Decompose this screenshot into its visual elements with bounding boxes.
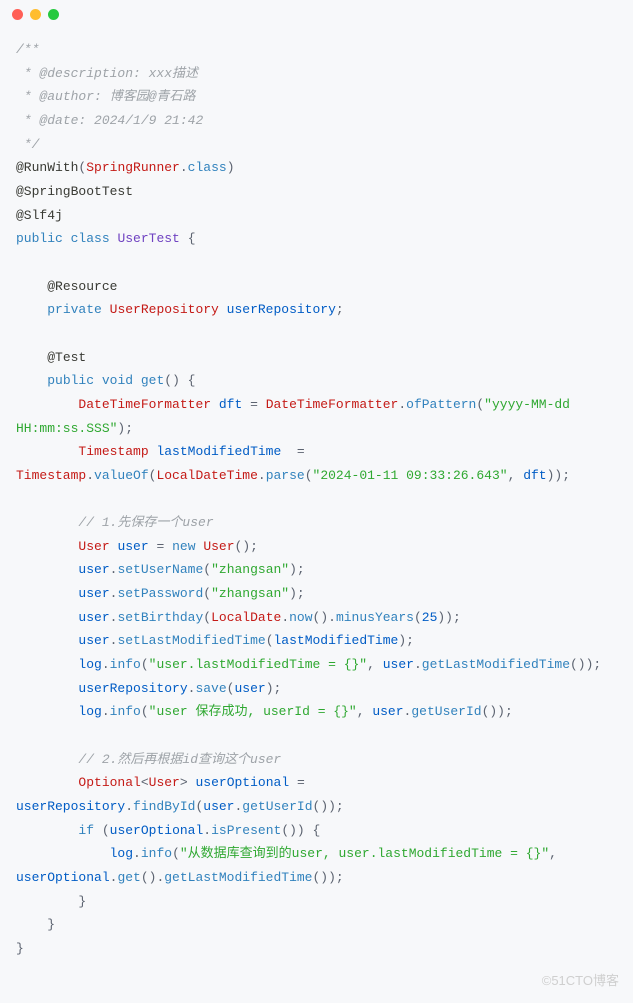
- type: DateTimeFormatter: [266, 397, 399, 412]
- type: Timestamp: [16, 468, 86, 483]
- comment-line: * @description: xxx描述: [16, 66, 198, 81]
- variable: lastModifiedTime: [156, 444, 281, 459]
- method: getUserId: [242, 799, 312, 814]
- variable: dft: [219, 397, 242, 412]
- variable: user: [78, 633, 109, 648]
- keyword: void: [102, 373, 133, 388]
- type: UserRepository: [110, 302, 219, 317]
- method: info: [110, 657, 141, 672]
- method: setUserName: [117, 562, 203, 577]
- method: parse: [266, 468, 305, 483]
- string: "user.lastModifiedTime = {}": [149, 657, 367, 672]
- type: Optional: [78, 775, 140, 790]
- method: info: [141, 846, 172, 861]
- keyword: public: [47, 373, 94, 388]
- comment-line: */: [16, 137, 39, 152]
- annotation: @Test: [47, 350, 86, 365]
- string: "2024-01-11 09:33:26.643": [313, 468, 508, 483]
- type: SpringRunner: [86, 160, 180, 175]
- keyword: private: [47, 302, 102, 317]
- variable: userRepository: [16, 799, 125, 814]
- string: "zhangsan": [211, 586, 289, 601]
- variable: log: [110, 846, 133, 861]
- method: setLastModifiedTime: [117, 633, 265, 648]
- method: setPassword: [117, 586, 203, 601]
- window-titlebar: [0, 0, 633, 28]
- method: ofPattern: [406, 397, 476, 412]
- method: get: [117, 870, 140, 885]
- variable: userOptional: [110, 823, 204, 838]
- type: User: [149, 775, 180, 790]
- method: minusYears: [336, 610, 414, 625]
- code-window: /** * @description: xxx描述 * @author: 博客园…: [0, 0, 633, 1003]
- variable: dft: [523, 468, 546, 483]
- keyword: new: [172, 539, 195, 554]
- keyword: class: [71, 231, 110, 246]
- close-icon[interactable]: [12, 9, 23, 20]
- watermark: ©51CTO博客: [542, 969, 619, 993]
- method: getLastModifiedTime: [164, 870, 312, 885]
- variable: user: [117, 539, 148, 554]
- string: "zhangsan": [211, 562, 289, 577]
- annotation: @SpringBootTest: [16, 184, 133, 199]
- variable: log: [78, 704, 101, 719]
- number: 25: [422, 610, 438, 625]
- variable: log: [78, 657, 101, 672]
- annotation: @RunWith: [16, 160, 78, 175]
- variable: user: [383, 657, 414, 672]
- method: info: [110, 704, 141, 719]
- variable: user: [234, 681, 265, 696]
- keyword: class: [188, 160, 227, 175]
- method: getUserId: [411, 704, 481, 719]
- keyword: public: [16, 231, 63, 246]
- method: isPresent: [211, 823, 281, 838]
- variable: userOptional: [16, 870, 110, 885]
- type: Timestamp: [78, 444, 148, 459]
- keyword: if: [78, 823, 94, 838]
- code-content: /** * @description: xxx描述 * @author: 博客园…: [0, 28, 633, 971]
- type: User: [78, 539, 109, 554]
- variable: userRepository: [78, 681, 187, 696]
- comment-line: * @date: 2024/1/9 21:42: [16, 113, 203, 128]
- method: save: [195, 681, 226, 696]
- type: DateTimeFormatter: [78, 397, 211, 412]
- variable: lastModifiedTime: [274, 633, 399, 648]
- annotation: @Slf4j: [16, 208, 63, 223]
- method: setBirthday: [117, 610, 203, 625]
- type: User: [203, 539, 234, 554]
- variable: user: [78, 610, 109, 625]
- method: findById: [133, 799, 195, 814]
- annotation: @Resource: [47, 279, 117, 294]
- variable: user: [203, 799, 234, 814]
- type: LocalDate: [211, 610, 281, 625]
- minimize-icon[interactable]: [30, 9, 41, 20]
- string: "从数据库查询到的user, user.lastModifiedTime = {…: [180, 846, 549, 861]
- comment: // 2.然后再根据id查询这个user: [78, 752, 281, 767]
- comment-line: /**: [16, 42, 39, 57]
- variable: userRepository: [227, 302, 336, 317]
- method: valueOf: [94, 468, 149, 483]
- method: now: [289, 610, 312, 625]
- variable: user: [372, 704, 403, 719]
- variable: user: [78, 586, 109, 601]
- maximize-icon[interactable]: [48, 9, 59, 20]
- variable: user: [78, 562, 109, 577]
- method: get: [141, 373, 164, 388]
- type: LocalDateTime: [156, 468, 257, 483]
- method: getLastModifiedTime: [422, 657, 570, 672]
- string: "user 保存成功, userId = {}": [149, 704, 357, 719]
- variable: userOptional: [196, 775, 290, 790]
- comment: // 1.先保存一个user: [78, 515, 213, 530]
- comment-line: * @author: 博客园@青石路: [16, 89, 195, 104]
- class-name: UserTest: [117, 231, 179, 246]
